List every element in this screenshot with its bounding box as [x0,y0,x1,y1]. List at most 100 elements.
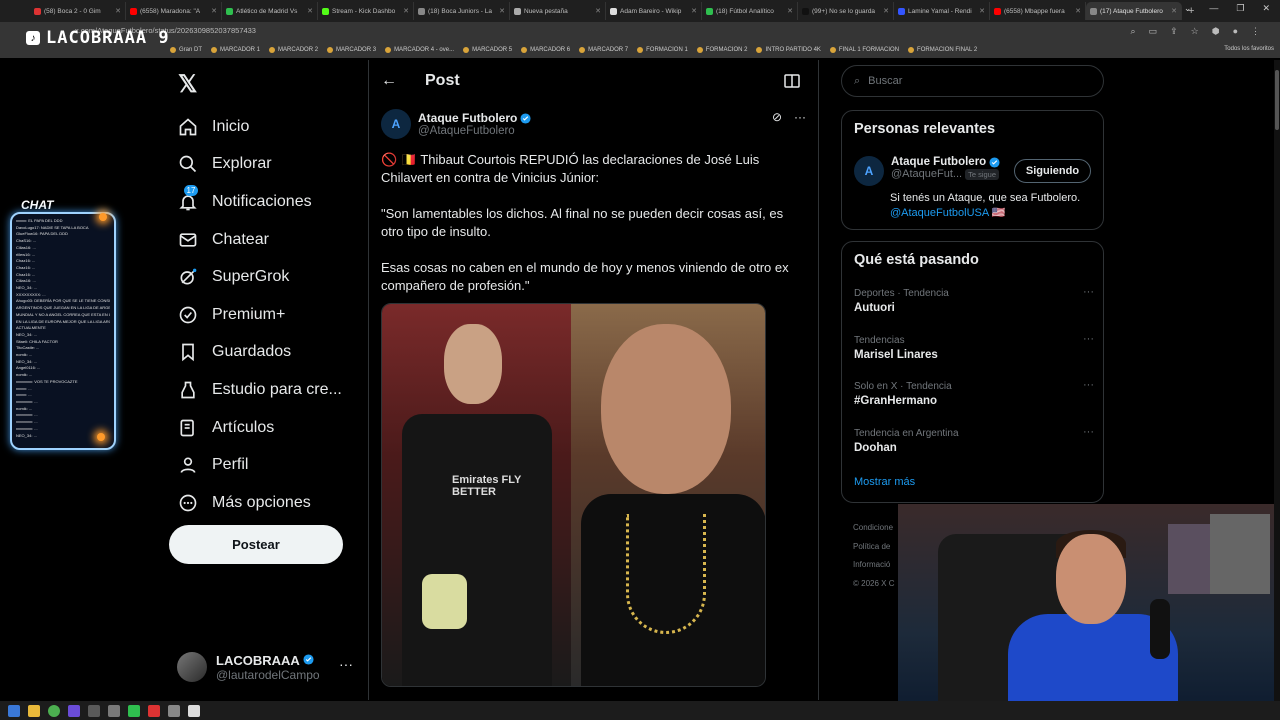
avatar[interactable]: A [854,156,884,186]
account-switcher[interactable]: LACOBRAAA @lautarodelCampo ··· [177,652,357,682]
bookmark-item[interactable]: MARCADOR 4 - ove... [385,47,454,53]
sidebar-item-article[interactable]: Artículos [178,409,342,447]
sidebar-item-grok[interactable]: SuperGrok [178,258,342,296]
close-tab-icon[interactable]: ✕ [403,7,409,15]
menu-icon[interactable]: ⋮ [1251,26,1260,37]
footer-link[interactable]: Condicione [853,519,894,538]
profile-icon[interactable]: ● [1233,26,1238,37]
sidebar-item-search[interactable]: Explorar [178,146,342,184]
close-tab-icon[interactable]: ✕ [979,7,985,15]
show-more-link[interactable]: Mostrar más [854,476,915,488]
windows-start-icon[interactable] [8,704,20,717]
following-button[interactable]: Siguiendo [1014,159,1091,183]
bookmark-item[interactable]: MARCADOR 6 [521,47,570,53]
sidebar-item-bookmark[interactable]: Guardados [178,334,342,372]
bookmark-item[interactable]: MARCADOR 2 [269,47,318,53]
close-tab-icon[interactable]: ✕ [115,7,121,15]
trend-item[interactable]: Tendencia en Argentina Doohan ··· [854,426,1094,454]
app-icon[interactable] [168,704,180,717]
close-tab-icon[interactable]: ✕ [307,7,313,15]
file-explorer-icon[interactable] [28,704,40,717]
sidebar-item-premium[interactable]: Premium+ [178,296,342,334]
app-icon[interactable] [128,704,140,717]
more-icon[interactable]: ··· [794,110,806,124]
sidebar-item-home[interactable]: Inicio [178,108,342,146]
bookmark-item[interactable]: FINAL 1 FORMACION [829,47,899,53]
sidebar-item-studio[interactable]: Estudio para cre... [178,371,342,409]
cast-icon[interactable]: ▭ [1149,26,1158,37]
minimize-icon[interactable]: — [1209,3,1218,14]
bio-link[interactable]: @AtaqueFutbolUSA 🇺🇸 [890,206,1080,221]
app-icon[interactable] [148,704,160,717]
grok-icon[interactable]: ⊘ [772,110,782,124]
close-tab-icon[interactable]: ✕ [499,7,505,15]
app-icon[interactable] [188,704,200,717]
footer-link[interactable]: Informació [853,556,894,575]
browser-tab[interactable]: Stream - Kick Dashbo ✕ [318,2,414,20]
chrome-icon[interactable] [48,704,60,717]
close-tab-icon[interactable]: ✕ [787,7,793,15]
x-logo-icon[interactable]: 𝕏 [178,70,197,99]
more-icon[interactable]: ··· [1083,426,1094,438]
bookmark-item[interactable]: Gran DT [170,47,202,53]
bookmark-item[interactable]: MARCADOR 1 [211,47,260,53]
footer-link[interactable]: Política de [853,538,894,557]
sidebar-item-mail[interactable]: Chatear [178,221,342,259]
back-arrow-icon[interactable]: ← [381,72,397,90]
page-scrollbar[interactable] [1274,60,1280,701]
sidebar-item-person[interactable]: Perfil [178,446,342,484]
browser-tab[interactable]: (6558) Maradona: "A ✕ [126,2,222,20]
relevant-person-name[interactable]: Ataque Futbolero [891,156,1000,168]
sidebar-item-more-circle[interactable]: Más opciones [178,484,342,522]
post-image[interactable]: Emirates FLY BETTER [381,303,766,687]
close-tab-icon[interactable]: ✕ [691,7,697,15]
browser-tab[interactable]: (17) Ataque Futbolero ✕ [1086,2,1182,20]
reader-mode-icon[interactable] [784,74,800,93]
close-tab-icon[interactable]: ✕ [1075,7,1081,15]
browser-tab[interactable]: Adam Bareiro - Wikip ✕ [606,2,702,20]
app-icon[interactable] [108,704,120,717]
post-button[interactable]: Postear [169,525,343,564]
close-icon[interactable]: ✕ [1262,3,1270,14]
browser-tab[interactable]: (18) Fútbol Analítico ✕ [702,2,798,20]
app-icon[interactable] [68,704,80,717]
more-icon[interactable]: ··· [1083,333,1094,345]
browser-tab[interactable]: Nueva pestaña ✕ [510,2,606,20]
trend-item[interactable]: Deportes · Tendencia Autuori ··· [854,286,1094,314]
trend-item[interactable]: Tendencias Marisel Linares ··· [854,333,1094,361]
close-tab-icon[interactable]: ✕ [1171,7,1177,15]
app-icon[interactable] [88,704,100,717]
star-icon[interactable]: ☆ [1191,26,1199,37]
author-handle[interactable]: @AtaqueFutbolero [418,125,531,137]
browser-tab[interactable]: Atlético de Madrid Vs ✕ [222,2,318,20]
search-input[interactable]: ⌕ Buscar [841,65,1104,97]
bookmark-item[interactable]: FORMACION 1 [637,47,688,53]
extension-icon[interactable]: ⬢ [1212,26,1220,37]
bookmark-item[interactable]: MARCADOR 3 [327,47,376,53]
more-icon[interactable]: ··· [1083,286,1094,298]
share-icon[interactable]: ⇪ [1170,26,1178,37]
close-tab-icon[interactable]: ✕ [595,7,601,15]
bookmark-item[interactable]: MARCADOR 7 [579,47,628,53]
all-bookmarks[interactable]: Todos los favoritos [1224,46,1274,52]
author-avatar[interactable]: A [381,109,411,139]
post-author[interactable]: A Ataque Futbolero @AtaqueFutbolero [381,109,531,139]
bookmark-item[interactable]: INTRO PARTIDO 4K [756,47,821,53]
more-icon[interactable]: ··· [339,656,353,672]
bookmark-item[interactable]: FORMACION 2 [696,47,747,53]
browser-tab[interactable]: (99+) No se lo guarda ✕ [798,2,894,20]
author-name[interactable]: Ataque Futbolero [418,111,531,125]
more-icon[interactable]: ··· [1083,379,1094,391]
dropdown-icon[interactable]: ⌄ [1184,3,1192,14]
bookmark-item[interactable]: FORMACION FINAL 2 [908,47,977,53]
browser-tab[interactable]: (58) Boca 2 - 0 Gim ✕ [30,2,126,20]
browser-tab[interactable]: Lamine Yamal - Rendi ✕ [894,2,990,20]
sidebar-item-bell[interactable]: Notificaciones [178,183,342,221]
close-tab-icon[interactable]: ✕ [883,7,889,15]
close-tab-icon[interactable]: ✕ [211,7,217,15]
trend-item[interactable]: Solo en X · Tendencia #GranHermano ··· [854,379,1094,407]
zoom-icon[interactable]: ⌕ [1131,26,1136,37]
maximize-icon[interactable]: ❐ [1236,3,1244,14]
browser-tab[interactable]: (18) Boca Juniors - La ✕ [414,2,510,20]
bookmark-item[interactable]: MARCADOR 5 [463,47,512,53]
